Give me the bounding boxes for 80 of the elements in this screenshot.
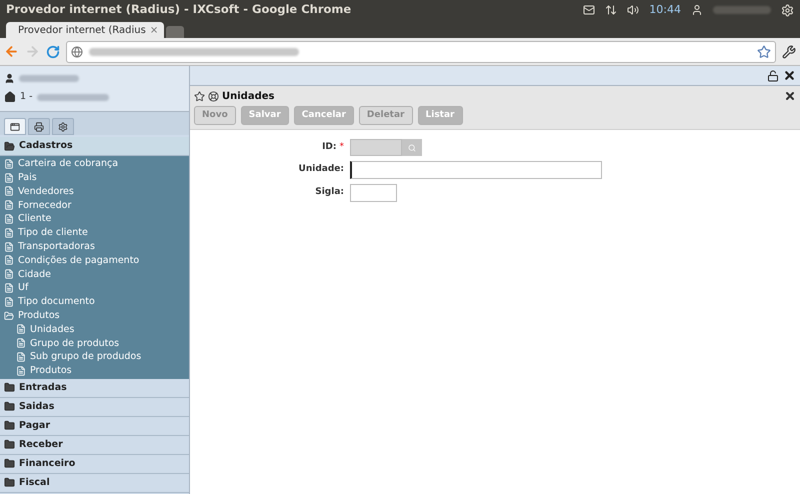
folder-icon (4, 477, 15, 488)
wrench-icon[interactable] (782, 44, 796, 58)
document-icon (4, 158, 14, 169)
input-field[interactable] (350, 161, 602, 179)
field-label: Sigla: (315, 186, 344, 200)
document-icon (16, 352, 26, 362)
globe-icon (71, 46, 83, 58)
document-icon (4, 200, 14, 210)
menu-item[interactable]: Uf (18, 283, 28, 293)
menu-item[interactable]: Unidades (30, 324, 74, 334)
clock[interactable]: 10:44 (649, 2, 681, 18)
blurred-username (713, 6, 771, 14)
menu-item[interactable]: Fornecedor (18, 200, 72, 210)
panel-title: Unidades (222, 90, 274, 104)
star-icon[interactable] (757, 44, 771, 58)
menu-item[interactable]: Tipo documento (18, 297, 95, 307)
document-icon (4, 186, 14, 196)
toolbar-button[interactable]: Cancelar (294, 106, 354, 125)
required-marker: * (340, 140, 344, 154)
menu-item[interactable]: Pais (18, 172, 37, 182)
browser-tab[interactable]: Provedor internet (Radius × (6, 22, 164, 38)
menu-item[interactable]: Cliente (18, 214, 52, 224)
unlock-icon[interactable] (767, 70, 779, 82)
search-icon (408, 144, 416, 152)
document-icon (4, 255, 14, 266)
document-icon (16, 366, 26, 376)
home-icon (4, 91, 16, 103)
tab-close-button[interactable]: × (150, 22, 158, 38)
document-icon (4, 228, 14, 238)
toolbar-button[interactable]: Salvar (240, 106, 289, 125)
reload-icon[interactable] (46, 44, 60, 58)
document-icon (4, 283, 14, 294)
gear-icon (58, 122, 68, 132)
document-icon (4, 242, 14, 252)
close-icon[interactable] (783, 69, 796, 82)
folder-icon (4, 401, 15, 412)
folder-icon (4, 310, 14, 321)
document-icon (4, 214, 14, 224)
volume-icon[interactable] (627, 4, 640, 16)
sidebar-tab[interactable] (52, 118, 74, 135)
document-icon (16, 338, 26, 348)
document-icon (4, 172, 14, 183)
menu-item[interactable]: Tipo de cliente (18, 228, 88, 238)
star-icon[interactable] (194, 90, 205, 102)
document-icon (4, 269, 14, 280)
window-icon (10, 122, 20, 132)
menu-item[interactable]: Produtos (30, 366, 72, 376)
sidebar-tab[interactable] (4, 118, 26, 135)
blurred-company-name (36, 94, 108, 100)
user-icon (4, 72, 15, 84)
folder-icon (4, 382, 15, 394)
document-icon (16, 324, 26, 334)
menu-item[interactable]: Carteira de cobrança (18, 159, 118, 169)
lifebuoy-icon (208, 90, 219, 102)
menu-item[interactable]: Vendedores (18, 186, 74, 196)
field-label: ID: (322, 140, 336, 154)
menu-group-header[interactable]: Cadastros (0, 137, 189, 156)
blurred-username (19, 74, 79, 82)
folder-icon (4, 140, 15, 152)
input-field[interactable] (350, 184, 397, 202)
document-icon (4, 296, 14, 307)
sidebar-tab[interactable] (28, 118, 50, 135)
user-icon[interactable] (691, 4, 703, 16)
toolbar-button[interactable]: Listar (418, 106, 462, 125)
menu-item[interactable]: Transportadoras (18, 242, 95, 252)
network-icon[interactable] (605, 4, 618, 16)
menu-item[interactable]: Condições de pagamento (18, 256, 140, 266)
folder-icon (4, 458, 15, 470)
company-prefix: 1 - (20, 90, 32, 104)
menu-item[interactable]: Cidade (18, 270, 51, 280)
close-icon[interactable] (784, 90, 796, 102)
mail-icon[interactable] (583, 4, 596, 16)
printer-icon (34, 122, 44, 132)
menu-item[interactable]: Sub grupo de produdos (30, 352, 142, 362)
folder-icon (4, 439, 15, 450)
menu-item[interactable]: Produtos (18, 310, 60, 320)
menu-item[interactable]: Grupo de produtos (30, 338, 120, 348)
field-label: Unidade: (298, 163, 344, 176)
window-title: Provedor internet (Radius) - IXCsoft - Google Chrome (6, 1, 352, 18)
folder-icon (4, 420, 15, 432)
